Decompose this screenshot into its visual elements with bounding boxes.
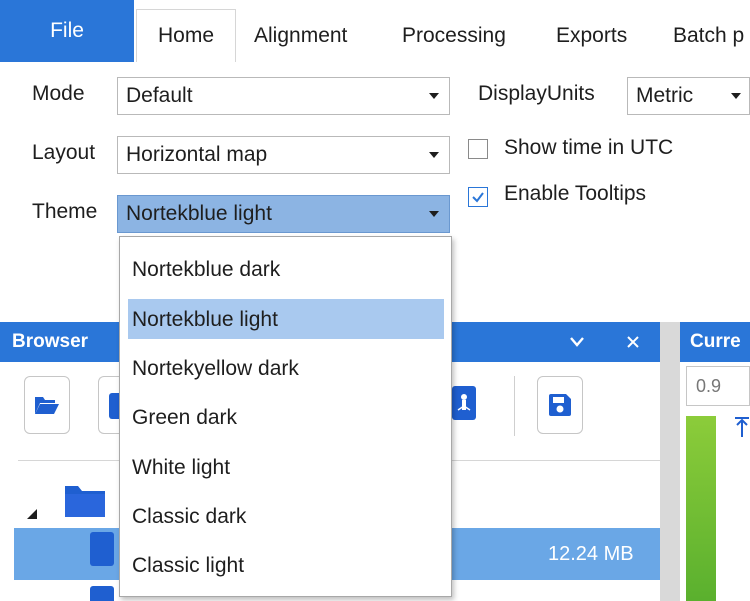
- theme-label: Theme: [32, 200, 98, 223]
- checkmark-icon: [472, 192, 484, 203]
- tab-alignment[interactable]: Alignment: [254, 10, 347, 62]
- mode-value: Default: [126, 84, 193, 107]
- instrument-glyph-icon: [457, 394, 471, 411]
- tab-processing[interactable]: Processing: [402, 10, 506, 62]
- expand-triangle-icon[interactable]: [26, 508, 38, 520]
- save-icon: [549, 394, 571, 416]
- instrument-icon[interactable]: [452, 386, 476, 420]
- display-units-label: DisplayUnits: [478, 82, 595, 105]
- browser-panel-header-right: [450, 322, 660, 362]
- folder-icon: [65, 486, 105, 517]
- new-file-button[interactable]: [98, 376, 121, 434]
- mode-select[interactable]: Default: [117, 77, 450, 115]
- theme-option-green-dark[interactable]: Green dark: [132, 398, 237, 438]
- tab-batch[interactable]: Batch p: [673, 10, 744, 62]
- browser-title: Browser: [12, 331, 89, 352]
- display-units-select[interactable]: Metric: [627, 77, 750, 115]
- theme-option-nortekyellow-dark[interactable]: Nortekyellow dark: [132, 349, 299, 389]
- current-value: 0.9: [696, 376, 722, 396]
- folder-open-icon: [35, 397, 59, 414]
- theme-option-nortekblue-light[interactable]: Nortekblue light: [132, 300, 278, 340]
- save-button[interactable]: [537, 376, 583, 434]
- current-panel-title: Curre: [690, 331, 741, 352]
- enable-tooltips-checkbox[interactable]: [468, 187, 488, 207]
- layout-select[interactable]: Horizontal map: [117, 136, 450, 174]
- level-bar: [686, 416, 716, 601]
- layout-label: Layout: [32, 141, 96, 164]
- chevron-down-icon: [429, 93, 439, 99]
- theme-option-classic-light[interactable]: Classic light: [132, 546, 244, 586]
- tab-file[interactable]: File: [0, 0, 134, 62]
- chevron-down-icon[interactable]: [568, 334, 586, 350]
- open-folder-button[interactable]: [24, 376, 70, 434]
- tab-exports[interactable]: Exports: [556, 10, 627, 62]
- toolbar-divider: [514, 376, 515, 436]
- close-icon[interactable]: [625, 334, 641, 350]
- arrow-up-icon[interactable]: [734, 416, 750, 438]
- show-time-utc-checkbox[interactable]: [468, 139, 488, 159]
- chevron-down-icon: [429, 152, 439, 158]
- instrument-icon: [90, 586, 114, 601]
- enable-tooltips-label: Enable Tooltips: [504, 182, 647, 205]
- display-units-value: Metric: [636, 84, 694, 107]
- instrument-icon: [90, 532, 114, 566]
- theme-option-classic-dark[interactable]: Classic dark: [132, 497, 246, 537]
- panel-splitter[interactable]: [660, 322, 680, 601]
- mode-label: Mode: [32, 82, 85, 105]
- theme-value: Nortekblue light: [126, 202, 272, 225]
- tab-home[interactable]: Home: [136, 9, 236, 62]
- chevron-down-icon: [731, 93, 741, 99]
- theme-select[interactable]: Nortekblue light: [117, 195, 450, 233]
- show-time-utc-label: Show time in UTC: [504, 136, 674, 159]
- layout-value: Horizontal map: [126, 143, 268, 166]
- theme-option-white-light[interactable]: White light: [132, 448, 230, 488]
- chevron-down-icon: [429, 211, 439, 217]
- theme-option-nortekblue-dark[interactable]: Nortekblue dark: [132, 250, 280, 290]
- file-size: 12.24 MB: [548, 543, 634, 565]
